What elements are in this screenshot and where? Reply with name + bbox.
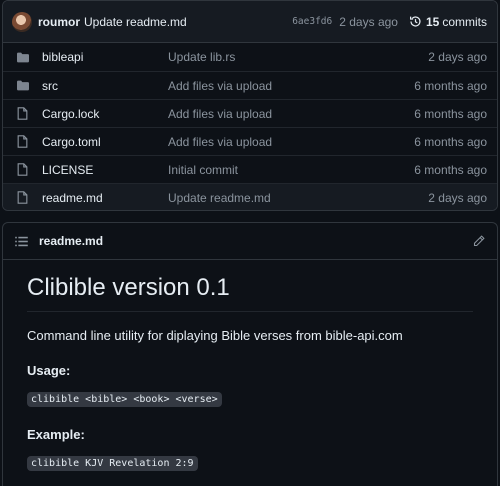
folder-icon (17, 79, 29, 93)
readme-filename[interactable]: readme.md (39, 234, 103, 248)
file-commit-message[interactable]: Add files via upload (168, 107, 414, 121)
file-name[interactable]: Cargo.toml (42, 135, 168, 149)
commit-sha[interactable]: 6ae3fd6 (292, 16, 332, 27)
readme-header: readme.md (3, 223, 497, 260)
file-name[interactable]: LICENSE (42, 163, 168, 177)
pencil-icon[interactable] (473, 235, 485, 247)
commits-label: commits (442, 14, 487, 29)
file-name[interactable]: bibleapi (42, 50, 168, 64)
readme-description: Command line utility for diplaying Bible… (27, 328, 403, 343)
commit-author[interactable]: roumor (38, 15, 80, 29)
file-commit-date: 2 days ago (428, 50, 487, 64)
file-commit-date: 6 months ago (414, 106, 487, 121)
file-commit-date: 6 months ago (414, 162, 487, 177)
file-row[interactable]: Cargo.toml Add files via upload 6 months a… (3, 127, 497, 155)
file-row[interactable]: LICENSE Initial commit 6 months ago (3, 155, 497, 183)
file-icon (17, 191, 29, 205)
file-row[interactable]: readme.md Update readme.md 2 days ago (3, 183, 497, 210)
file-commit-message[interactable]: Initial commit (168, 163, 414, 177)
latest-commit-bar: roumor Update readme.md 6ae3fd6 2 days a… (3, 1, 497, 43)
file-commit-date: 2 days ago (428, 190, 487, 205)
file-name[interactable]: Cargo.lock (42, 107, 168, 121)
commit-message[interactable]: Update readme.md (84, 15, 187, 29)
readme-panel: readme.md Clibible version 0.1 Command l… (2, 222, 498, 486)
example-code: clibible KJV Revelation 2:9 (27, 456, 198, 471)
file-commit-date: 6 months ago (414, 134, 487, 149)
file-commit-date: 6 months ago (414, 78, 487, 93)
example-heading: Example: (27, 427, 85, 442)
author-avatar[interactable] (12, 11, 32, 32)
commits-history-link[interactable]: 15 commits (409, 15, 487, 29)
file-browser: roumor Update readme.md 6ae3fd6 2 days a… (2, 0, 498, 211)
usage-code: clibible <bible> <book> <verse> (27, 392, 222, 407)
file-commit-message[interactable]: Add files via upload (168, 79, 414, 93)
readme-content: Clibible version 0.1 Command line utilit… (3, 260, 497, 486)
usage-heading: Usage: (27, 363, 71, 378)
file-icon (17, 163, 29, 177)
file-name[interactable]: src (42, 79, 168, 93)
commit-date: 2 days ago (339, 14, 398, 29)
file-commit-message[interactable]: Add files via upload (168, 135, 414, 149)
outline-list-icon[interactable] (15, 236, 28, 247)
file-name[interactable]: readme.md (42, 191, 168, 205)
file-commit-message[interactable]: Update lib.rs (168, 50, 428, 64)
commit-meta: 6ae3fd6 2 days ago 15 commits (292, 15, 487, 29)
commit-count: 15 (425, 14, 440, 29)
file-commit-message[interactable]: Update readme.md (168, 191, 428, 205)
file-icon (17, 107, 29, 121)
file-row[interactable]: bibleapi Update lib.rs 2 days ago (3, 43, 497, 71)
file-list: bibleapi Update lib.rs 2 days ago src Add fi… (3, 43, 497, 210)
history-icon (409, 16, 421, 27)
folder-icon (17, 50, 29, 64)
readme-heading: Clibible version 0.1 (27, 274, 473, 312)
file-row[interactable]: Cargo.lock Add files via upload 6 months a… (3, 99, 497, 127)
file-row[interactable]: src Add files via upload 6 months ago (3, 71, 497, 99)
file-icon (17, 135, 29, 149)
